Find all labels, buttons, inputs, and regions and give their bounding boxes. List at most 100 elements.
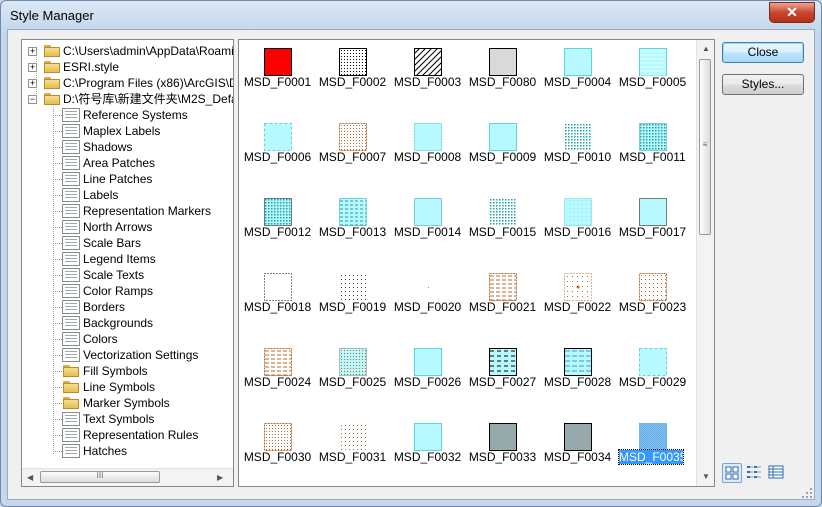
symbol-name: MSD_F0034 <box>543 450 612 464</box>
symbol-name: MSD_F0027 <box>468 375 537 389</box>
symbol-item[interactable]: MSD_F0017 <box>615 191 690 241</box>
fill-swatch-icon <box>264 348 292 376</box>
symbol-item[interactable]: MSD_F0019 <box>315 266 390 316</box>
grid-vscroll-thumb[interactable]: ≡ <box>699 59 711 235</box>
tree-connector-line <box>53 147 62 148</box>
folder-icon <box>44 45 60 57</box>
symbol-item[interactable]: MSD_F0006 <box>240 116 315 166</box>
symbol-item[interactable]: MSD_F0026 <box>390 341 465 391</box>
symbol-name: MSD_F0006 <box>243 150 312 164</box>
tree-item-label: Backgrounds <box>83 316 154 330</box>
symbol-item[interactable]: MSD_F0007 <box>315 116 390 166</box>
tree-horizontal-scrollbar[interactable]: ◀ III ▶ <box>22 468 233 486</box>
tree-connector-line <box>53 291 62 292</box>
style-tree[interactable]: +C:\Users\admin\AppData\Roaming\ESRI\Des… <box>21 39 234 487</box>
tree-item-label: Scale Bars <box>83 236 142 250</box>
styles-button[interactable]: Styles... <box>722 74 804 95</box>
symbol-item[interactable]: MSD_F0025 <box>315 341 390 391</box>
tree-item-label: Marker Symbols <box>83 396 170 410</box>
fill-swatch-icon <box>339 348 367 376</box>
symbol-item[interactable]: MSD_F0029 <box>615 341 690 391</box>
symbol-item[interactable]: MSD_F0033 <box>465 416 540 466</box>
symbol-item[interactable]: MSD_F0032 <box>390 416 465 466</box>
symbol-item[interactable]: MSD_F0023 <box>615 266 690 316</box>
symbol-item[interactable]: MSD_F0015 <box>465 191 540 241</box>
tree-item-label: Shadows <box>83 140 133 154</box>
symbol-item[interactable]: MSD_F0020 <box>390 266 465 316</box>
tree-item-label: Color Ramps <box>83 284 154 298</box>
tree-item[interactable]: +C:\Program Files (x86)\ArcGIS\Desktop10… <box>22 75 233 91</box>
tree-item-label: Text Symbols <box>83 412 155 426</box>
tree-hscroll-thumb[interactable]: III <box>40 471 160 483</box>
symbol-name: MSD_F0033 <box>468 450 537 464</box>
close-button[interactable]: Close <box>722 42 804 63</box>
details-view-button[interactable] <box>767 463 787 483</box>
symbol-item[interactable]: MSD_F0010 <box>540 116 615 166</box>
symbol-name: MSD_F0013 <box>318 225 387 239</box>
window-close-button[interactable]: ✕ <box>769 2 815 23</box>
fill-swatch-icon <box>414 273 442 301</box>
tree-connector-line <box>53 307 62 308</box>
grid-vertical-scrollbar[interactable]: ▲ ≡ ▼ <box>696 40 714 486</box>
document-icon <box>62 252 80 266</box>
symbol-item[interactable]: MSD_F0021 <box>465 266 540 316</box>
fill-swatch-icon <box>339 48 367 76</box>
document-icon <box>62 268 80 282</box>
tree-connector-line <box>53 211 62 212</box>
symbol-item[interactable]: MSD_F0009 <box>465 116 540 166</box>
symbol-item[interactable]: MSD_F0024 <box>240 341 315 391</box>
symbol-item[interactable]: MSD_F0004 <box>540 41 615 91</box>
scroll-down-icon[interactable]: ▼ <box>702 472 710 481</box>
tree-item-label: Representation Rules <box>83 428 199 442</box>
resize-grip-icon[interactable] <box>802 488 812 498</box>
symbol-name: MSD_F0008 <box>393 150 462 164</box>
symbol-item[interactable]: MSD_F0027 <box>465 341 540 391</box>
symbol-item[interactable]: MSD_F0034 <box>540 416 615 466</box>
symbol-name: MSD_F0014 <box>393 225 462 239</box>
fill-swatch-icon <box>564 123 592 151</box>
symbol-item[interactable]: MSD_F0001 <box>240 41 315 91</box>
symbol-item[interactable]: MSD_F0003 <box>390 41 465 91</box>
tree-item-label: D:\符号库\新建文件夹\M2S_Default.style <box>63 92 233 106</box>
document-icon <box>62 300 80 314</box>
scroll-right-icon[interactable]: ▶ <box>217 473 223 482</box>
symbol-name: MSD_F0009 <box>468 150 537 164</box>
document-icon <box>62 172 80 186</box>
tree-item-label: Scale Texts <box>83 268 145 282</box>
fill-swatch-icon <box>489 198 517 226</box>
tree-item[interactable]: + ESRI.style <box>22 59 233 75</box>
tree-connector-line <box>53 435 62 436</box>
large-icons-view-button[interactable] <box>722 463 742 483</box>
symbol-item[interactable]: MSD_F0005 <box>615 41 690 91</box>
scroll-up-icon[interactable]: ▲ <box>702 44 710 53</box>
scroll-left-icon[interactable]: ◀ <box>27 473 33 482</box>
symbol-item[interactable]: MSD_F0022 <box>540 266 615 316</box>
document-icon <box>62 204 80 218</box>
symbol-item[interactable]: MSD_F0080 <box>465 41 540 91</box>
fill-swatch-icon <box>489 348 517 376</box>
symbol-name: MSD_F0023 <box>618 300 687 314</box>
symbol-item[interactable]: MSD_F0030 <box>240 416 315 466</box>
tree-item-label: Line Symbols <box>83 380 156 394</box>
details-view-icon <box>768 465 784 479</box>
list-view-button[interactable] <box>745 463 765 483</box>
symbol-item[interactable]: MSD_F0013 <box>315 191 390 241</box>
symbol-item[interactable]: MSD_F0031 <box>315 416 390 466</box>
tree-item[interactable]: +C:\Users\admin\AppData\Roaming\ESRI\Des… <box>22 43 233 59</box>
symbol-item[interactable]: MSD_F0012 <box>240 191 315 241</box>
symbol-item[interactable]: MSD_F0011 <box>615 116 690 166</box>
symbol-item[interactable]: MSD_F0018 <box>240 266 315 316</box>
tree-item[interactable]: −D:\符号库\新建文件夹\M2S_Default.style <box>22 91 233 107</box>
symbol-item[interactable]: MSD_F0008 <box>390 116 465 166</box>
folder-icon <box>44 93 60 105</box>
symbol-item[interactable]: MSD_F0002 <box>315 41 390 91</box>
symbol-item[interactable]: MSD_F0028 <box>540 341 615 391</box>
symbol-item[interactable]: MSD_F0035 <box>615 416 690 466</box>
symbol-item[interactable]: MSD_F0016 <box>540 191 615 241</box>
symbol-name: MSD_F0011 <box>619 150 686 164</box>
symbol-item[interactable]: MSD_F0014 <box>390 191 465 241</box>
document-icon <box>62 316 80 330</box>
symbol-grid[interactable]: MSD_F0001 MSD_F0002 MSD_F0003 MSD_F0080 MSD_… <box>238 39 715 487</box>
document-icon <box>62 220 80 234</box>
fill-swatch-icon <box>639 273 667 301</box>
